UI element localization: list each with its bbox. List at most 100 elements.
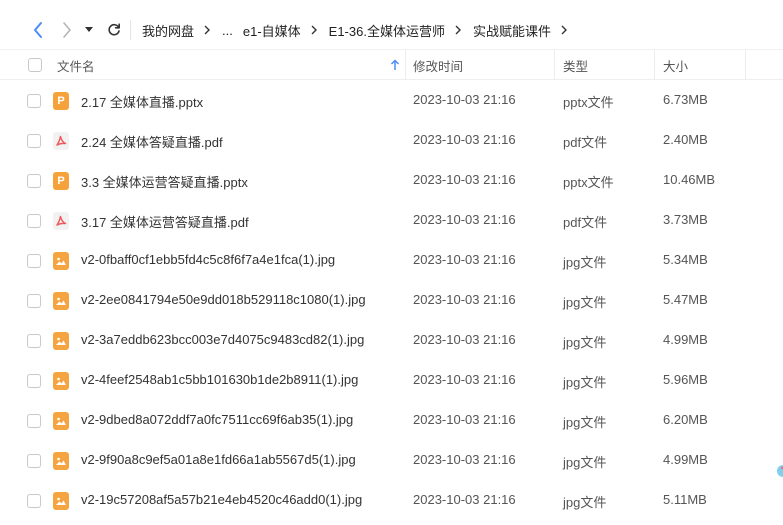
file-name: v2-19c57208af5a57b21e4eb4520c46add0(1).j… — [81, 492, 363, 507]
column-header-date[interactable]: 修改时间 — [413, 50, 463, 80]
file-name: v2-2ee0841794e50e9dd018b529118c1080(1).j… — [81, 292, 366, 307]
column-header-name[interactable]: 文件名 — [57, 50, 405, 80]
file-row[interactable]: v2-2ee0841794e50e9dd018b529118c1080(1).j… — [0, 281, 783, 321]
file-type: jpg文件 — [563, 335, 607, 350]
file-type: jpg文件 — [563, 375, 607, 390]
row-checkbox[interactable] — [27, 94, 41, 108]
file-name: v2-0fbaff0cf1ebb5fd4c5c8f6f7a4e1fca(1).j… — [81, 252, 336, 267]
caret-down-icon — [85, 27, 93, 32]
file-type: jpg文件 — [563, 415, 607, 430]
image-file-icon — [53, 492, 69, 510]
file-type: pptx文件 — [563, 175, 614, 190]
breadcrumb-separator-icon — [454, 25, 462, 35]
breadcrumb-separator-icon — [560, 25, 568, 35]
breadcrumb-separator-icon — [203, 25, 211, 35]
file-name: 2.24 全媒体答疑直播.pdf — [81, 135, 223, 150]
row-checkbox[interactable] — [27, 494, 41, 508]
pdf-file-icon — [53, 132, 69, 150]
file-type: jpg文件 — [563, 495, 607, 510]
file-size: 3.73MB — [663, 212, 708, 227]
image-file-icon — [53, 452, 69, 470]
modified-date: 2023-10-03 21:16 — [413, 452, 516, 467]
floating-assistant-icon[interactable] — [776, 460, 783, 482]
column-divider[interactable] — [405, 50, 406, 80]
file-type: pptx文件 — [563, 95, 614, 110]
row-checkbox[interactable] — [27, 374, 41, 388]
modified-date: 2023-10-03 21:16 — [413, 252, 516, 267]
row-checkbox[interactable] — [27, 134, 41, 148]
row-checkbox[interactable] — [27, 414, 41, 428]
toolbar-divider — [130, 20, 131, 40]
row-checkbox[interactable] — [27, 334, 41, 348]
file-row[interactable]: P 2.17 全媒体直播.pptx 2023-10-03 21:16 pptx文件 6.… — [0, 81, 783, 121]
forward-button[interactable] — [53, 16, 81, 44]
file-row[interactable]: v2-3a7eddb623bcc003e7d4075c9483cd82(1).j… — [0, 321, 783, 361]
column-header-type[interactable]: 类型 — [563, 50, 588, 80]
file-row[interactable]: v2-4feef2548ab1c5bb101630b1de2b8911(1).j… — [0, 361, 783, 401]
breadcrumb-root[interactable]: 我的网盘 — [142, 21, 194, 40]
refresh-button[interactable] — [100, 16, 128, 44]
file-size: 10.46MB — [663, 172, 716, 187]
file-type: jpg文件 — [563, 255, 607, 270]
file-row[interactable]: v2-9f90a8c9ef5a01a8e1fd66a1ab5567d5(1).j… — [0, 441, 783, 481]
file-row[interactable]: v2-19c57208af5a57b21e4eb4520c46add0(1).j… — [0, 481, 783, 521]
file-list: P 2.17 全媒体直播.pptx 2023-10-03 21:16 pptx文件 6.… — [0, 81, 783, 521]
file-size: 6.20MB — [663, 412, 708, 427]
file-row[interactable]: v2-0fbaff0cf1ebb5fd4c5c8f6f7a4e1fca(1).j… — [0, 241, 783, 281]
row-checkbox[interactable] — [27, 454, 41, 468]
row-checkbox[interactable] — [27, 294, 41, 308]
row-checkbox[interactable] — [27, 214, 41, 228]
modified-date: 2023-10-03 21:16 — [413, 372, 516, 387]
navigation-toolbar: 我的网盘 ... e1-自媒体 E1-36.全媒体运营师 实战赋能课件 — [0, 0, 783, 48]
modified-date: 2023-10-03 21:16 — [413, 132, 516, 147]
file-type: pdf文件 — [563, 215, 608, 230]
image-file-icon — [53, 412, 69, 430]
breadcrumb-item-e1-36[interactable]: E1-36.全媒体运营师 — [329, 21, 445, 40]
row-checkbox[interactable] — [27, 254, 41, 268]
file-size: 5.34MB — [663, 252, 708, 267]
column-divider[interactable] — [654, 50, 655, 80]
breadcrumb-current[interactable]: 实战赋能课件 — [473, 21, 551, 40]
column-header-size[interactable]: 大小 — [663, 50, 688, 80]
file-name: v2-9f90a8c9ef5a01a8e1fd66a1ab5567d5(1).j… — [81, 452, 356, 467]
file-name: v2-4feef2548ab1c5bb101630b1de2b8911(1).j… — [81, 372, 359, 387]
select-all-checkbox[interactable] — [28, 58, 42, 72]
file-name: 3.17 全媒体运营答疑直播.pdf — [81, 215, 249, 230]
breadcrumb-ellipsis[interactable]: ... — [222, 23, 233, 38]
modified-date: 2023-10-03 21:16 — [413, 172, 516, 187]
file-row[interactable]: P 3.3 全媒体运营答疑直播.pptx 2023-10-03 21:16 pptx文… — [0, 161, 783, 201]
file-row[interactable]: 2.24 全媒体答疑直播.pdf 2023-10-03 21:16 pdf文件 2.4… — [0, 121, 783, 161]
column-divider[interactable] — [554, 50, 555, 80]
file-type: jpg文件 — [563, 295, 607, 310]
file-size: 6.73MB — [663, 92, 708, 107]
row-checkbox[interactable] — [27, 174, 41, 188]
image-file-icon — [53, 372, 69, 390]
file-size: 4.99MB — [663, 332, 708, 347]
file-size: 2.40MB — [663, 132, 708, 147]
file-type: pdf文件 — [563, 135, 608, 150]
history-dropdown-button[interactable] — [80, 16, 98, 44]
file-row[interactable]: v2-9dbed8a072ddf7a0fc7511cc69f6ab35(1).j… — [0, 401, 783, 441]
chevron-right-icon — [63, 22, 71, 38]
file-row[interactable]: 3.17 全媒体运营答疑直播.pdf 2023-10-03 21:16 pdf文件 3… — [0, 201, 783, 241]
chevron-left-icon — [34, 22, 42, 38]
ppt-file-icon: P — [53, 92, 69, 110]
breadcrumb-separator-icon — [310, 25, 318, 35]
back-button[interactable] — [24, 16, 52, 44]
sort-ascending-icon[interactable] — [389, 58, 401, 72]
modified-date: 2023-10-03 21:16 — [413, 212, 516, 227]
file-table-header: 文件名 修改时间 类型 大小 — [0, 49, 783, 80]
file-name: 3.3 全媒体运营答疑直播.pptx — [81, 175, 248, 190]
file-type: jpg文件 — [563, 455, 607, 470]
modified-date: 2023-10-03 21:16 — [413, 492, 516, 507]
modified-date: 2023-10-03 21:16 — [413, 292, 516, 307]
file-name: v2-9dbed8a072ddf7a0fc7511cc69f6ab35(1).j… — [81, 412, 354, 427]
breadcrumb-item-e1[interactable]: e1-自媒体 — [243, 21, 301, 40]
column-divider[interactable] — [745, 50, 746, 80]
file-size: 5.11MB — [663, 492, 707, 507]
image-file-icon — [53, 332, 69, 350]
breadcrumb: 我的网盘 ... e1-自媒体 E1-36.全媒体运营师 实战赋能课件 — [142, 20, 579, 40]
modified-date: 2023-10-03 21:16 — [413, 332, 516, 347]
image-file-icon — [53, 252, 69, 270]
ppt-file-icon: P — [53, 172, 69, 190]
